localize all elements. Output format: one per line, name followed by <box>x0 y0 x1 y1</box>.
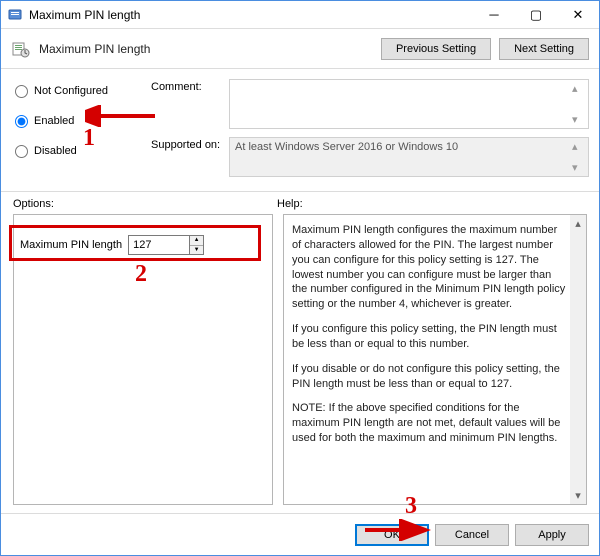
max-pin-length-input[interactable] <box>129 236 189 254</box>
supported-scrollbar: ▴▾ <box>572 140 586 174</box>
help-paragraph-2: If you configure this policy setting, th… <box>292 322 568 352</box>
radio-enabled[interactable] <box>15 115 28 128</box>
max-pin-length-spinner[interactable]: ▲ ▼ <box>128 235 204 255</box>
pane-labels: Options: Help: <box>1 192 599 214</box>
policy-title: Maximum PIN length <box>39 42 373 56</box>
radio-label-not-configured: Not Configured <box>34 85 108 97</box>
comment-label: Comment: <box>151 79 229 93</box>
supported-on-label: Supported on: <box>151 137 229 151</box>
state-enabled[interactable]: Enabled <box>15 111 137 131</box>
help-paragraph-3: If you disable or do not configure this … <box>292 362 568 392</box>
comment-supported-column: Comment: ▴▾ Supported on: At least Windo… <box>151 79 589 185</box>
radio-disabled[interactable] <box>15 145 28 158</box>
spinner-down[interactable]: ▼ <box>190 246 203 255</box>
gpo-settings-dialog: Maximum PIN length ─ ▢ ✕ Maximum PIN len… <box>0 0 600 556</box>
next-setting-button[interactable]: Next Setting <box>499 38 589 60</box>
radio-label-disabled: Disabled <box>34 145 77 157</box>
radio-label-enabled: Enabled <box>34 115 74 127</box>
minimize-button[interactable]: ─ <box>473 1 515 28</box>
help-scrollbar[interactable]: ▴▾ <box>570 215 586 504</box>
supported-on-text: At least Windows Server 2016 or Windows … <box>229 137 589 177</box>
policy-header: Maximum PIN length Previous Setting Next… <box>1 29 599 69</box>
help-pane-label: Help: <box>277 198 303 210</box>
spinner-up[interactable]: ▲ <box>190 236 203 246</box>
lower-panes: Maximum PIN length ▲ ▼ Maximum PIN lengt… <box>1 214 599 513</box>
comment-textarea[interactable]: ▴▾ <box>229 79 589 129</box>
help-pane: Maximum PIN length configures the maximu… <box>283 214 587 505</box>
help-paragraph-4: NOTE: If the above specified conditions … <box>292 401 568 446</box>
previous-setting-button[interactable]: Previous Setting <box>381 38 491 60</box>
policy-icon <box>11 39 31 59</box>
policy-state-group: Not Configured Enabled Disabled <box>15 79 137 185</box>
help-paragraph-1: Maximum PIN length configures the maximu… <box>292 223 568 312</box>
state-disabled[interactable]: Disabled <box>15 141 137 161</box>
close-button[interactable]: ✕ <box>557 1 599 28</box>
cancel-button[interactable]: Cancel <box>435 524 509 546</box>
window-buttons: ─ ▢ ✕ <box>473 1 599 28</box>
maximize-button[interactable]: ▢ <box>515 1 557 28</box>
radio-not-configured[interactable] <box>15 85 28 98</box>
ok-button[interactable]: OK <box>355 524 429 546</box>
option-max-pin-length-row: Maximum PIN length ▲ ▼ <box>20 235 266 255</box>
options-pane-label: Options: <box>13 198 277 210</box>
window-title: Maximum PIN length <box>29 8 473 22</box>
app-icon <box>7 7 23 23</box>
options-pane: Maximum PIN length ▲ ▼ <box>13 214 273 505</box>
apply-button[interactable]: Apply <box>515 524 589 546</box>
dialog-button-row: OK Cancel Apply <box>1 513 599 555</box>
option-max-pin-length-label: Maximum PIN length <box>20 239 122 251</box>
comment-scrollbar[interactable]: ▴▾ <box>572 82 586 126</box>
titlebar: Maximum PIN length ─ ▢ ✕ <box>1 1 599 29</box>
supported-on-value: At least Windows Server 2016 or Windows … <box>235 141 458 153</box>
config-area: Not Configured Enabled Disabled Comment:… <box>1 69 599 192</box>
state-not-configured[interactable]: Not Configured <box>15 81 137 101</box>
